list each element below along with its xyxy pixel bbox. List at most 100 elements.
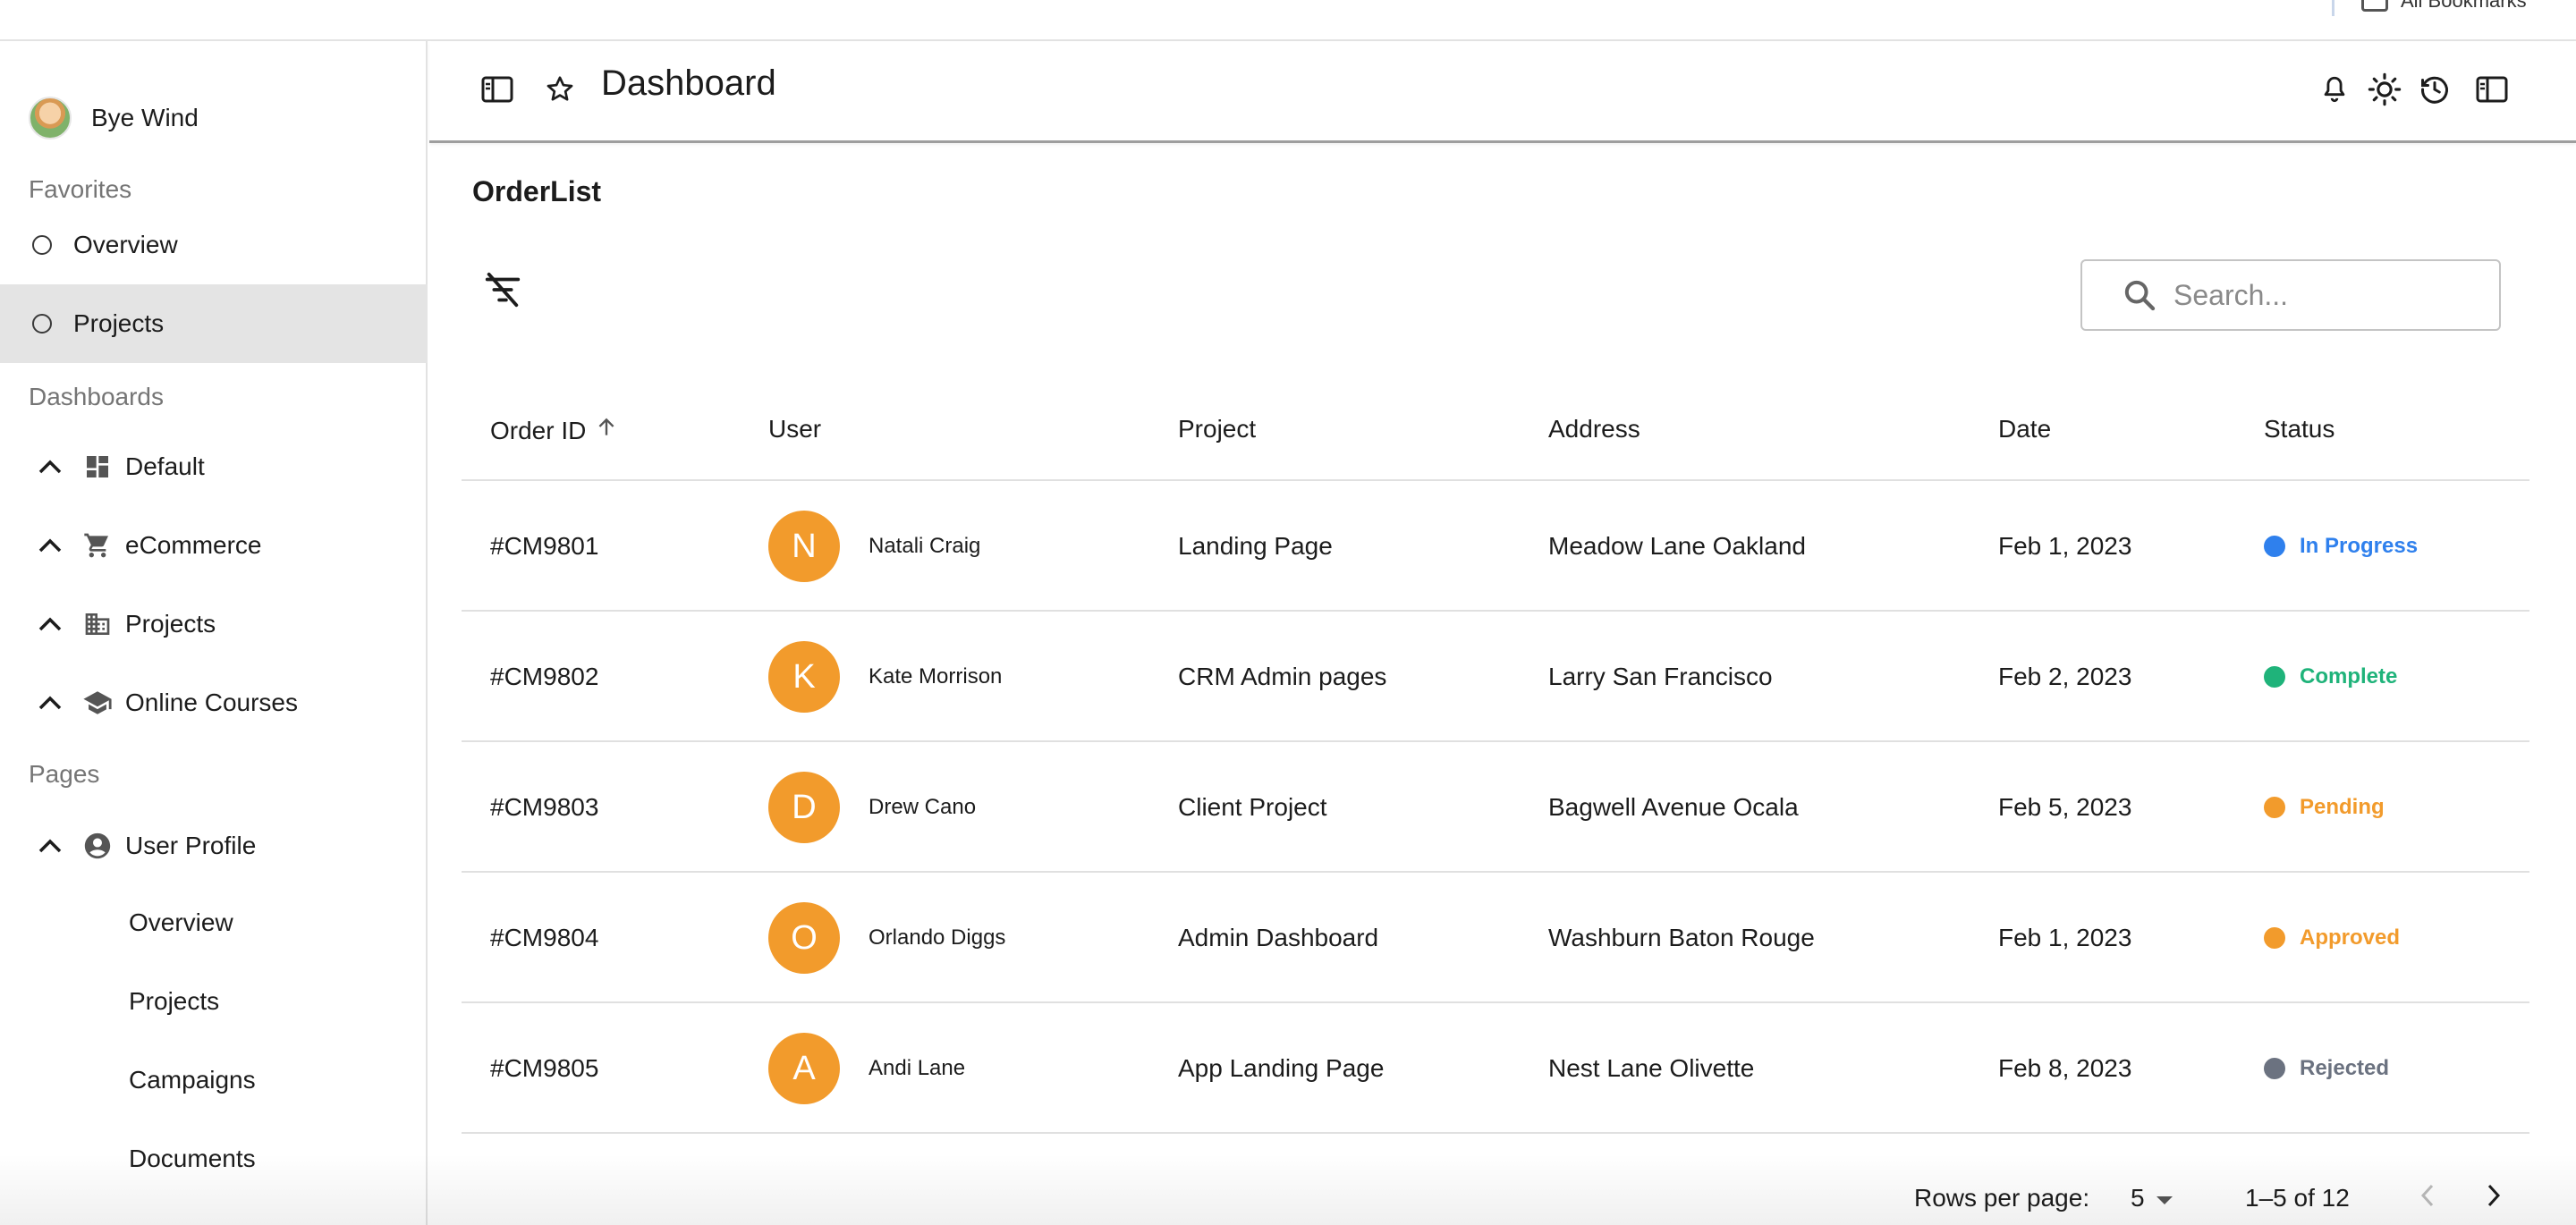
- table-row[interactable]: #CM9802 K Kate Morrison CRM Admin pages Larr…: [462, 612, 2529, 742]
- status-badge: Pending: [2300, 795, 2385, 819]
- arrow-up-icon: [595, 415, 618, 446]
- sidebar-item-label: eCommerce: [125, 531, 262, 559]
- table-row[interactable]: #CM9803 D Drew Cano Client Project Bagwell A…: [462, 742, 2529, 873]
- address-cell: Meadow Lane Oakland: [1548, 532, 1806, 560]
- status-dot-icon: [2264, 666, 2285, 688]
- sidebar-subitem-projects[interactable]: Projects: [129, 987, 219, 1016]
- sidebar-subitem-documents[interactable]: Documents: [129, 1145, 256, 1173]
- sidebar-item-label: Overview: [73, 231, 178, 258]
- avatar: O: [768, 902, 840, 974]
- rows-per-page-select[interactable]: 5: [2131, 1184, 2174, 1212]
- chevron-right-icon: [2487, 1184, 2501, 1213]
- status-dot-icon: [2264, 797, 2285, 818]
- sidebar-subitem-overview[interactable]: Overview: [129, 908, 233, 937]
- building-icon: [80, 607, 114, 641]
- order-table: Order ID User Project Address Date Statu…: [462, 388, 2529, 1134]
- favorite-button[interactable]: [535, 66, 585, 116]
- dashboards-title: Dashboards: [29, 383, 164, 410]
- user-cell: D Drew Cano: [768, 742, 976, 873]
- chevron-up-icon[interactable]: [34, 830, 66, 862]
- panel-icon: [2476, 76, 2508, 107]
- column-header-project[interactable]: Project: [1178, 415, 1256, 444]
- address-cell: Bagwell Avenue Ocala: [1548, 793, 1799, 821]
- column-header-status[interactable]: Status: [2264, 415, 2334, 444]
- order-id-cell: #CM9803: [490, 793, 599, 821]
- status-cell: Complete: [2264, 612, 2397, 742]
- status-dot-icon: [2264, 927, 2285, 949]
- chevron-up-icon[interactable]: [34, 608, 66, 640]
- sidebar-item-online-courses[interactable]: Online Courses: [0, 663, 428, 742]
- folder-icon: [2361, 0, 2388, 12]
- sidebar-item-overview[interactable]: Overview: [0, 206, 428, 284]
- table-row[interactable]: #CM9805 A Andi Lane App Landing Page Nest La…: [462, 1003, 2529, 1134]
- user-name: Orlando Diggs: [869, 925, 1006, 950]
- circle-icon: [32, 314, 52, 334]
- user-cell: O Orlando Diggs: [768, 873, 1005, 1003]
- sidebar-item-projects-favorite[interactable]: Projects: [0, 284, 428, 363]
- avatar: [29, 97, 72, 139]
- project-cell: CRM Admin pages: [1178, 663, 1387, 690]
- sidebar-item-default[interactable]: Default: [0, 427, 428, 506]
- table-row[interactable]: #CM9801 N Natali Craig Landing Page Meadow L…: [462, 481, 2529, 612]
- page-title: Dashboard: [601, 63, 776, 103]
- table-row[interactable]: #CM9804 O Orlando Diggs Admin Dashboard Wash…: [462, 873, 2529, 1003]
- history-button[interactable]: [2410, 66, 2460, 116]
- status-dot-icon: [2264, 536, 2285, 557]
- star-icon: [543, 73, 577, 110]
- date-cell: Feb 1, 2023: [1998, 924, 2132, 951]
- notifications-button[interactable]: [2309, 66, 2360, 116]
- user-profile-header[interactable]: Bye Wind: [29, 97, 199, 139]
- avatar: N: [768, 511, 840, 582]
- chevron-left-icon: [2420, 1184, 2435, 1213]
- order-list-title: OrderList: [472, 175, 602, 207]
- previous-page-button[interactable]: [2408, 1179, 2447, 1218]
- chevron-up-icon[interactable]: [34, 529, 66, 562]
- search-box[interactable]: [2080, 259, 2501, 331]
- sidebar-toggle-button[interactable]: [472, 66, 522, 116]
- user-cell: A Andi Lane: [768, 1003, 965, 1134]
- account-circle-icon: [80, 829, 114, 863]
- project-cell: Client Project: [1178, 793, 1327, 821]
- address-cell: Nest Lane Olivette: [1548, 1054, 1755, 1082]
- avatar: A: [768, 1033, 840, 1104]
- right-panel-toggle-button[interactable]: [2467, 66, 2517, 116]
- pages-title: Pages: [29, 760, 100, 788]
- column-header-date[interactable]: Date: [1998, 415, 2051, 444]
- sidebar-subitem-campaigns[interactable]: Campaigns: [129, 1066, 256, 1094]
- status-badge: Rejected: [2300, 1056, 2390, 1080]
- column-header-order-id[interactable]: Order ID: [490, 415, 618, 446]
- sidebar-item-ecommerce[interactable]: eCommerce: [0, 506, 428, 585]
- chevron-up-icon[interactable]: [34, 687, 66, 719]
- sidebar-item-projects[interactable]: Projects: [0, 585, 428, 663]
- status-cell: In Progress: [2264, 481, 2418, 612]
- address-cell: Larry San Francisco: [1548, 663, 1773, 690]
- sun-icon: [2368, 72, 2402, 111]
- caret-down-icon: [2156, 1184, 2174, 1212]
- history-icon: [2419, 73, 2451, 110]
- sidebar-item-label: Default: [125, 452, 205, 480]
- school-icon: [80, 686, 114, 720]
- status-badge: Approved: [2300, 925, 2401, 950]
- status-cell: Pending: [2264, 742, 2385, 873]
- search-icon: [2122, 277, 2157, 313]
- bell-icon: [2319, 73, 2350, 110]
- sidebar-item-label: Online Courses: [125, 689, 298, 716]
- next-page-button[interactable]: [2474, 1179, 2513, 1218]
- sidebar-item-user-profile[interactable]: User Profile: [0, 807, 428, 885]
- column-header-user[interactable]: User: [768, 415, 821, 444]
- sidebar-item-label: Projects: [73, 309, 165, 337]
- browser-bookmarks-bar: All Bookmarks: [0, 0, 2576, 41]
- avatar: D: [768, 772, 840, 843]
- address-cell: Washburn Baton Rouge: [1548, 924, 1815, 951]
- filter-off-icon: [482, 269, 523, 315]
- search-input[interactable]: [2174, 278, 2460, 312]
- theme-toggle-button[interactable]: [2360, 66, 2410, 116]
- chevron-up-icon[interactable]: [34, 451, 66, 483]
- order-id-cell: #CM9804: [490, 924, 599, 951]
- clear-filter-button[interactable]: [474, 263, 531, 320]
- order-id-cell: #CM9805: [490, 1054, 599, 1082]
- order-id-cell: #CM9802: [490, 663, 599, 690]
- status-dot-icon: [2264, 1058, 2285, 1079]
- column-header-address[interactable]: Address: [1548, 415, 1640, 444]
- all-bookmarks-button[interactable]: All Bookmarks: [2361, 0, 2527, 13]
